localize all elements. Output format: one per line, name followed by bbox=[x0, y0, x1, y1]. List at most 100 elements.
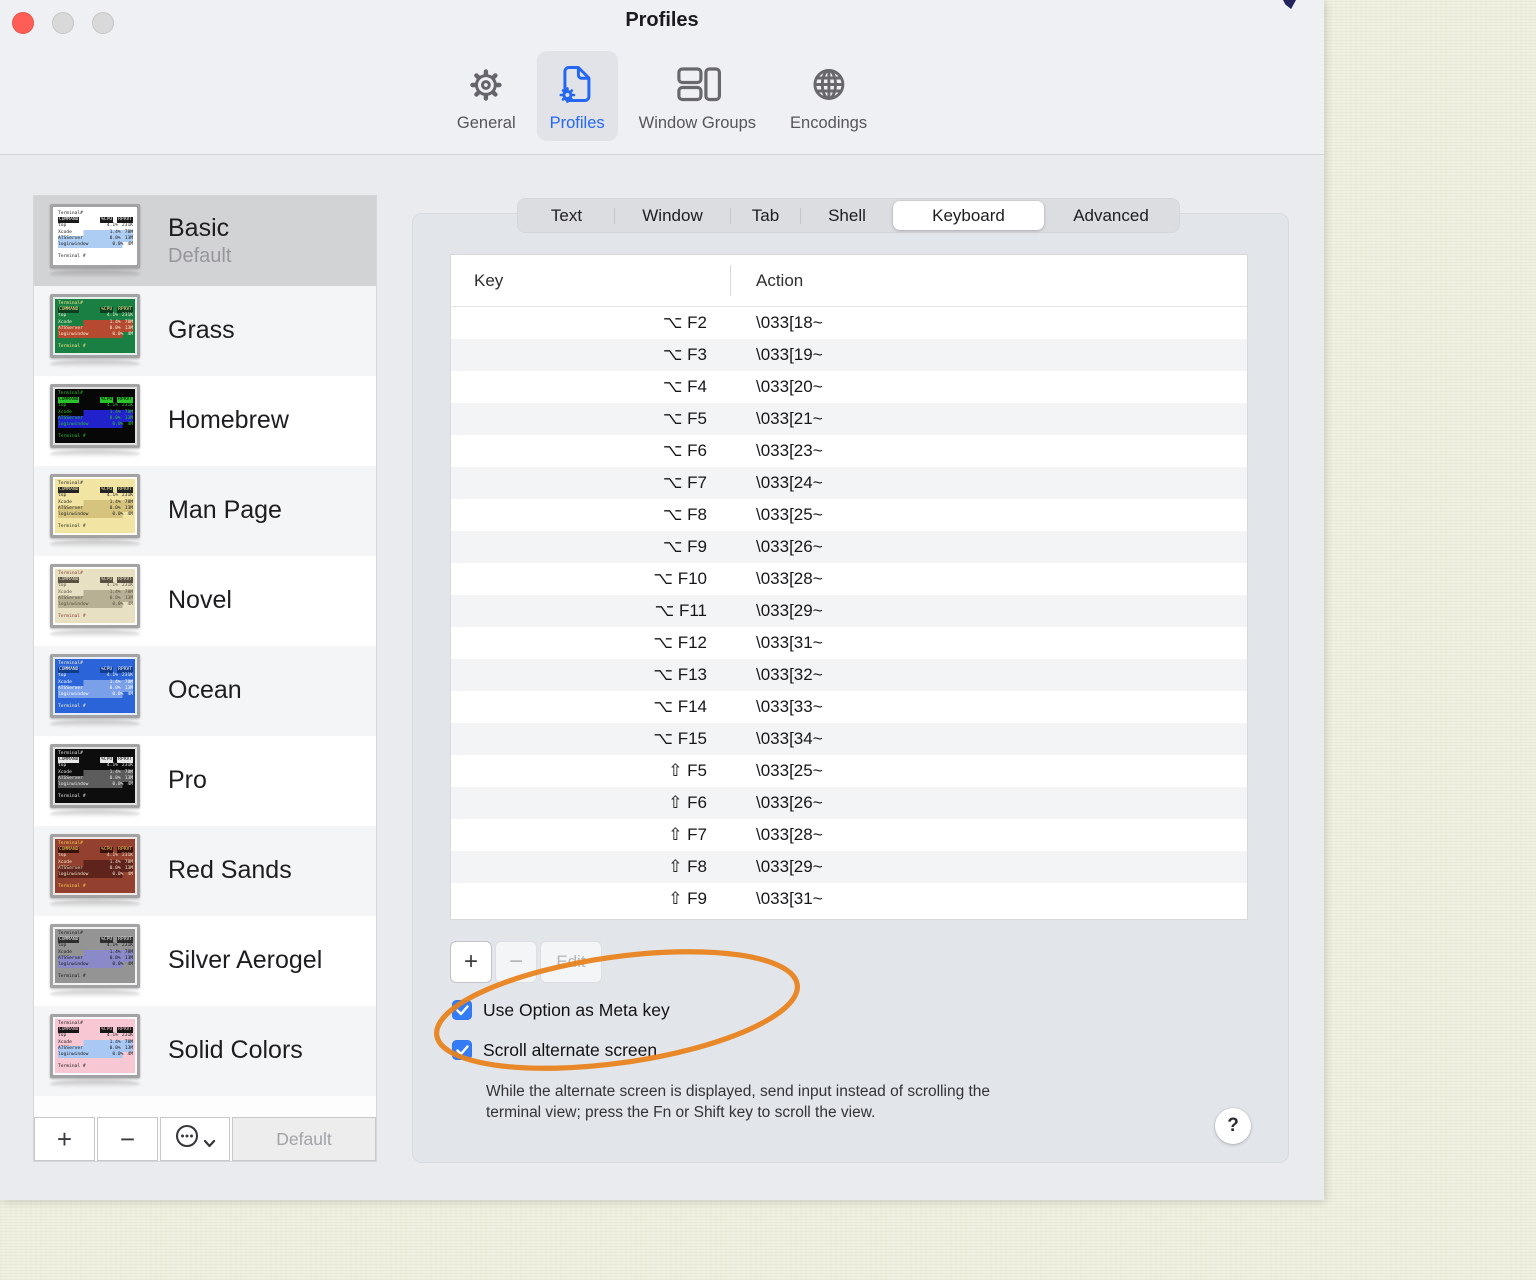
tab-tab[interactable]: Tab bbox=[731, 201, 800, 230]
toolbar: Profiles General Profiles Window Groups … bbox=[0, 0, 1324, 155]
document-gear-icon bbox=[554, 58, 600, 112]
toolbar-item-profiles[interactable]: Profiles bbox=[536, 51, 618, 141]
profile-list-item[interactable]: Terminal# COMMAND %CPU RPRVT top 4.1% 231K Xcod… bbox=[34, 1006, 376, 1096]
key-mapping-row[interactable]: ⇧ F8 \033[29~ bbox=[451, 851, 1247, 883]
profile-list-item[interactable]: Terminal# COMMAND %CPU RPRVT top 4.1% 231K Xcod… bbox=[34, 196, 376, 286]
profile-thumbnail: Terminal# COMMAND %CPU RPRVT top 4.1% 231K Xcod… bbox=[50, 1014, 140, 1088]
profile-name: Solid Colors bbox=[168, 1036, 303, 1065]
toolbar-item-encodings[interactable]: Encodings bbox=[777, 51, 880, 141]
use-option-as-meta-checkbox[interactable] bbox=[452, 1000, 472, 1020]
thumbnail-reflection bbox=[50, 270, 140, 278]
action-cell: \033[29~ bbox=[756, 857, 823, 876]
tab-advanced[interactable]: Advanced bbox=[1044, 201, 1178, 230]
key-cell: ⇧ F5 bbox=[668, 761, 707, 780]
ellipsis-circle-icon bbox=[174, 1123, 200, 1156]
action-cell: \033[28~ bbox=[756, 825, 823, 844]
tab-text[interactable]: Text bbox=[519, 201, 614, 230]
profile-name: Pro bbox=[168, 766, 207, 795]
remove-profile-button[interactable]: − bbox=[97, 1117, 158, 1161]
tab-keyboard[interactable]: Keyboard bbox=[893, 201, 1044, 230]
column-header-action: Action bbox=[756, 270, 804, 290]
thumbnail-reflection bbox=[50, 990, 140, 998]
profile-list-item[interactable]: Terminal# COMMAND %CPU RPRVT top 4.1% 231K Xcod… bbox=[34, 556, 376, 646]
add-key-button[interactable]: + bbox=[450, 941, 492, 983]
key-mapping-row[interactable]: ⌥ F10 \033[28~ bbox=[451, 563, 1247, 595]
key-cell: ⌥ F11 bbox=[654, 601, 707, 620]
action-cell: \033[25~ bbox=[756, 761, 823, 780]
tab-shell[interactable]: Shell bbox=[801, 201, 893, 230]
profile-thumbnail: Terminal# COMMAND %CPU RPRVT top 4.1% 231K Xcod… bbox=[50, 744, 140, 818]
toolbar-item-label: Encodings bbox=[790, 114, 868, 132]
profile-thumbnail: Terminal# COMMAND %CPU RPRVT top 4.1% 231K Xcod… bbox=[50, 564, 140, 638]
key-cell: ⌥ F3 bbox=[662, 345, 707, 364]
key-cell: ⌥ F8 bbox=[662, 505, 707, 524]
action-cell: \033[31~ bbox=[756, 889, 823, 908]
profile-name: Basic bbox=[168, 213, 230, 242]
remove-key-button[interactable]: − bbox=[495, 941, 537, 983]
key-mapping-row[interactable]: ⌥ F5 \033[21~ bbox=[451, 403, 1247, 435]
tab-bar: Text Window Tab Shell Keyboard Advanced bbox=[517, 198, 1180, 233]
profile-thumbnail: Terminal# COMMAND %CPU RPRVT top 4.1% 231K Xcod… bbox=[50, 384, 140, 458]
key-mapping-row[interactable]: ⇧ F7 \033[28~ bbox=[451, 819, 1247, 851]
key-cell: ⌥ F7 bbox=[662, 473, 707, 492]
key-mapping-row[interactable]: ⌥ F11 \033[29~ bbox=[451, 595, 1247, 627]
action-cell: \033[26~ bbox=[756, 537, 823, 556]
key-mapping-row[interactable]: ⌥ F7 \033[24~ bbox=[451, 467, 1247, 499]
action-cell: \033[33~ bbox=[756, 697, 823, 716]
thumbnail-reflection bbox=[50, 360, 140, 368]
key-mapping-row[interactable]: ⇧ F5 \033[25~ bbox=[451, 755, 1247, 787]
help-button[interactable]: ? bbox=[1215, 1108, 1251, 1144]
profile-list-item[interactable]: Terminal# COMMAND %CPU RPRVT top 4.1% 231K Xcod… bbox=[34, 646, 376, 736]
scroll-alternate-screen-checkbox[interactable] bbox=[452, 1040, 472, 1060]
key-mapping-row[interactable]: ⌥ F3 \033[19~ bbox=[451, 339, 1247, 371]
key-mapping-row[interactable]: ⌥ F2 \033[18~ bbox=[451, 307, 1247, 339]
profile-name: Novel bbox=[168, 586, 232, 615]
thumbnail-reflection bbox=[50, 630, 140, 638]
key-mapping-row[interactable]: ⌥ F14 \033[33~ bbox=[451, 691, 1247, 723]
scroll-alternate-screen-label: Scroll alternate screen bbox=[483, 1039, 658, 1060]
key-mapping-row[interactable]: ⌥ F8 \033[25~ bbox=[451, 499, 1247, 531]
key-mapping-row[interactable]: ⌥ F9 \033[26~ bbox=[451, 531, 1247, 563]
action-cell: \033[21~ bbox=[756, 409, 823, 428]
key-cell: ⌥ F4 bbox=[662, 377, 707, 396]
action-cell: \033[34~ bbox=[756, 729, 823, 748]
key-mapping-row[interactable]: ⇧ F9 \033[31~ bbox=[451, 883, 1247, 915]
key-cell: ⌥ F6 bbox=[662, 441, 707, 460]
profile-list-item[interactable]: Terminal# COMMAND %CPU RPRVT top 4.1% 231K Xcod… bbox=[34, 466, 376, 556]
edit-key-button[interactable]: Edit bbox=[540, 941, 602, 983]
key-cell: ⌥ F10 bbox=[653, 569, 707, 588]
action-cell: \033[19~ bbox=[756, 345, 823, 364]
profile-list-item[interactable]: Terminal# COMMAND %CPU RPRVT top 4.1% 231K Xcod… bbox=[34, 286, 376, 376]
window-title: Profiles bbox=[625, 9, 699, 31]
profile-actions-menu-button[interactable] bbox=[160, 1117, 230, 1161]
scroll-alternate-screen-row: Scroll alternate screen bbox=[452, 1038, 657, 1062]
toolbar-item-general[interactable]: General bbox=[444, 51, 529, 141]
toolbar-items: General Profiles Window Groups Encodings bbox=[444, 51, 880, 141]
table-header: Key Action bbox=[451, 255, 1247, 307]
key-mapping-row[interactable]: ⌥ F15 \033[34~ bbox=[451, 723, 1247, 755]
key-cell: ⌥ F15 bbox=[653, 729, 707, 748]
key-mapping-row[interactable]: ⌥ F6 \033[23~ bbox=[451, 435, 1247, 467]
add-profile-button[interactable]: + bbox=[34, 1117, 95, 1161]
key-mapping-row[interactable]: ⇧ F6 \033[26~ bbox=[451, 787, 1247, 819]
toolbar-item-window-groups[interactable]: Window Groups bbox=[626, 51, 769, 141]
key-cell: ⇧ F7 bbox=[668, 825, 707, 844]
action-cell: \033[26~ bbox=[756, 793, 823, 812]
key-mapping-row[interactable]: ⌥ F12 \033[31~ bbox=[451, 627, 1247, 659]
profile-thumbnail: Terminal# COMMAND %CPU RPRVT top 4.1% 231K Xcod… bbox=[50, 204, 140, 278]
use-option-as-meta-label: Use Option as Meta key bbox=[483, 999, 670, 1020]
key-mapping-row[interactable]: ⌥ F13 \033[32~ bbox=[451, 659, 1247, 691]
profile-list-item[interactable]: Terminal# COMMAND %CPU RPRVT top 4.1% 231K Xcod… bbox=[34, 736, 376, 826]
profile-name: Ocean bbox=[168, 676, 242, 705]
tab-window[interactable]: Window bbox=[615, 201, 730, 230]
thumbnail-reflection bbox=[50, 720, 140, 728]
profile-list-item[interactable]: Terminal# COMMAND %CPU RPRVT top 4.1% 231K Xcod… bbox=[34, 376, 376, 466]
profile-list-item[interactable]: Terminal# COMMAND %CPU RPRVT top 4.1% 231K Xcod… bbox=[34, 916, 376, 1006]
key-mapping-row[interactable]: ⌥ F4 \033[20~ bbox=[451, 371, 1247, 403]
sidebar-actions: + − Default bbox=[34, 1117, 376, 1161]
profile-thumbnail: Terminal# COMMAND %CPU RPRVT top 4.1% 231K Xcod… bbox=[50, 654, 140, 728]
default-profile-button[interactable]: Default bbox=[232, 1117, 376, 1161]
key-cell: ⇧ F6 bbox=[668, 793, 707, 812]
profile-list-item[interactable]: Terminal# COMMAND %CPU RPRVT top 4.1% 231K Xcod… bbox=[34, 826, 376, 916]
action-cell: \033[29~ bbox=[756, 601, 823, 620]
